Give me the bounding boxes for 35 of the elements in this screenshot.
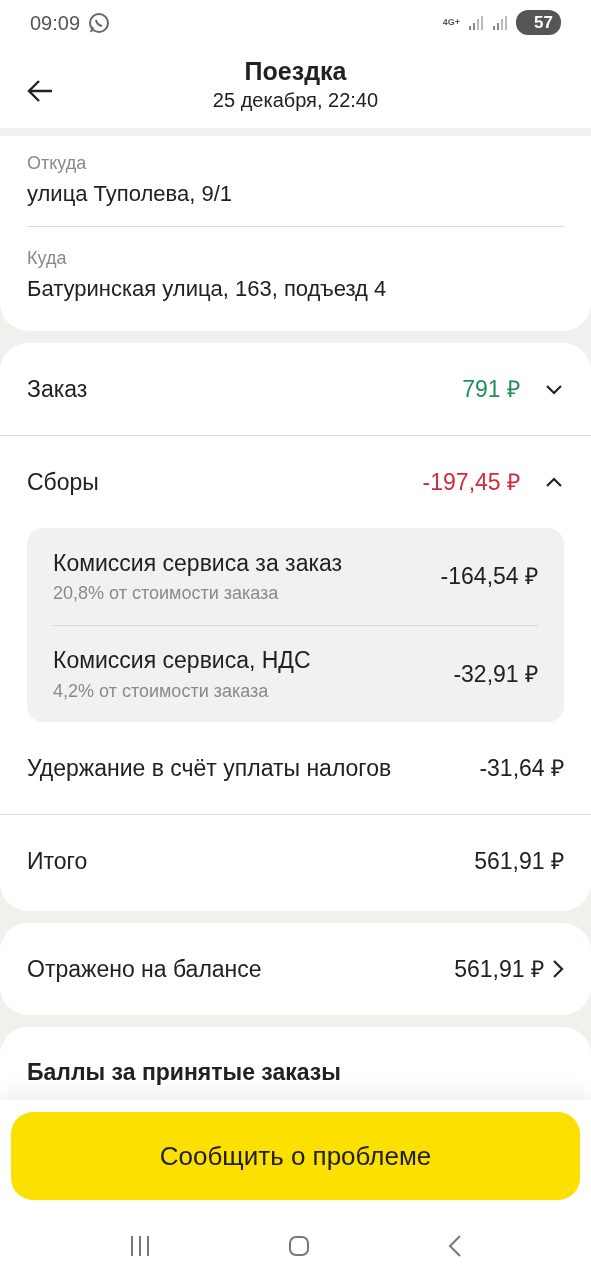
page-subtitle: 25 декабря, 22:40	[212, 88, 379, 114]
fee-amount: -164,54 ₽	[440, 562, 538, 592]
fee-title: Комиссия сервиса, НДС	[53, 646, 311, 676]
network-label: 4G+	[442, 15, 461, 29]
address-text: Батуринская улица, 163, подъезд 4	[27, 275, 388, 303]
amount-text: 561,91 ₽	[474, 846, 564, 876]
amount-text: 561,91 ₽	[454, 954, 544, 984]
battery-indicator: 57	[516, 9, 561, 36]
row-label: Заказ	[27, 374, 88, 404]
report-problem-button[interactable]: Сообщить о проблеме	[11, 1112, 580, 1200]
row-label: Итого	[27, 846, 88, 876]
signal-icon	[492, 14, 509, 31]
back-icon[interactable]	[448, 1234, 463, 1258]
page-title: Поездка	[244, 57, 347, 86]
row-label: Сборы	[27, 467, 99, 497]
back-arrow-icon[interactable]	[27, 80, 53, 102]
chevron-right-icon[interactable]	[552, 959, 564, 979]
amount-text: -197,45 ₽	[422, 467, 520, 497]
address-text: улица Туполева, 9/1	[27, 180, 233, 208]
signal-icon	[468, 14, 485, 31]
clock: 09:09	[30, 10, 81, 36]
recent-apps-icon[interactable]	[128, 1235, 151, 1257]
amount-text: 791 ₽	[462, 374, 520, 404]
field-label: Куда	[27, 247, 68, 270]
row-label: Удержание в счёт уплаты налогов	[27, 753, 392, 783]
fee-note: 4,2% от стоимости заказа	[53, 679, 270, 703]
field-label: Откуда	[27, 152, 88, 175]
fee-title: Комиссия сервиса за заказ	[53, 548, 343, 578]
amount-text: -31,64 ₽	[479, 753, 564, 783]
chat-icon	[88, 11, 111, 34]
row-label: Отражено на балансе	[27, 954, 262, 984]
home-icon[interactable]	[288, 1235, 311, 1257]
section-title: Баллы за принятые заказы	[27, 1058, 342, 1087]
fee-note: 20,8% от стоимости заказа	[53, 582, 280, 606]
fee-amount: -32,91 ₽	[453, 659, 538, 689]
